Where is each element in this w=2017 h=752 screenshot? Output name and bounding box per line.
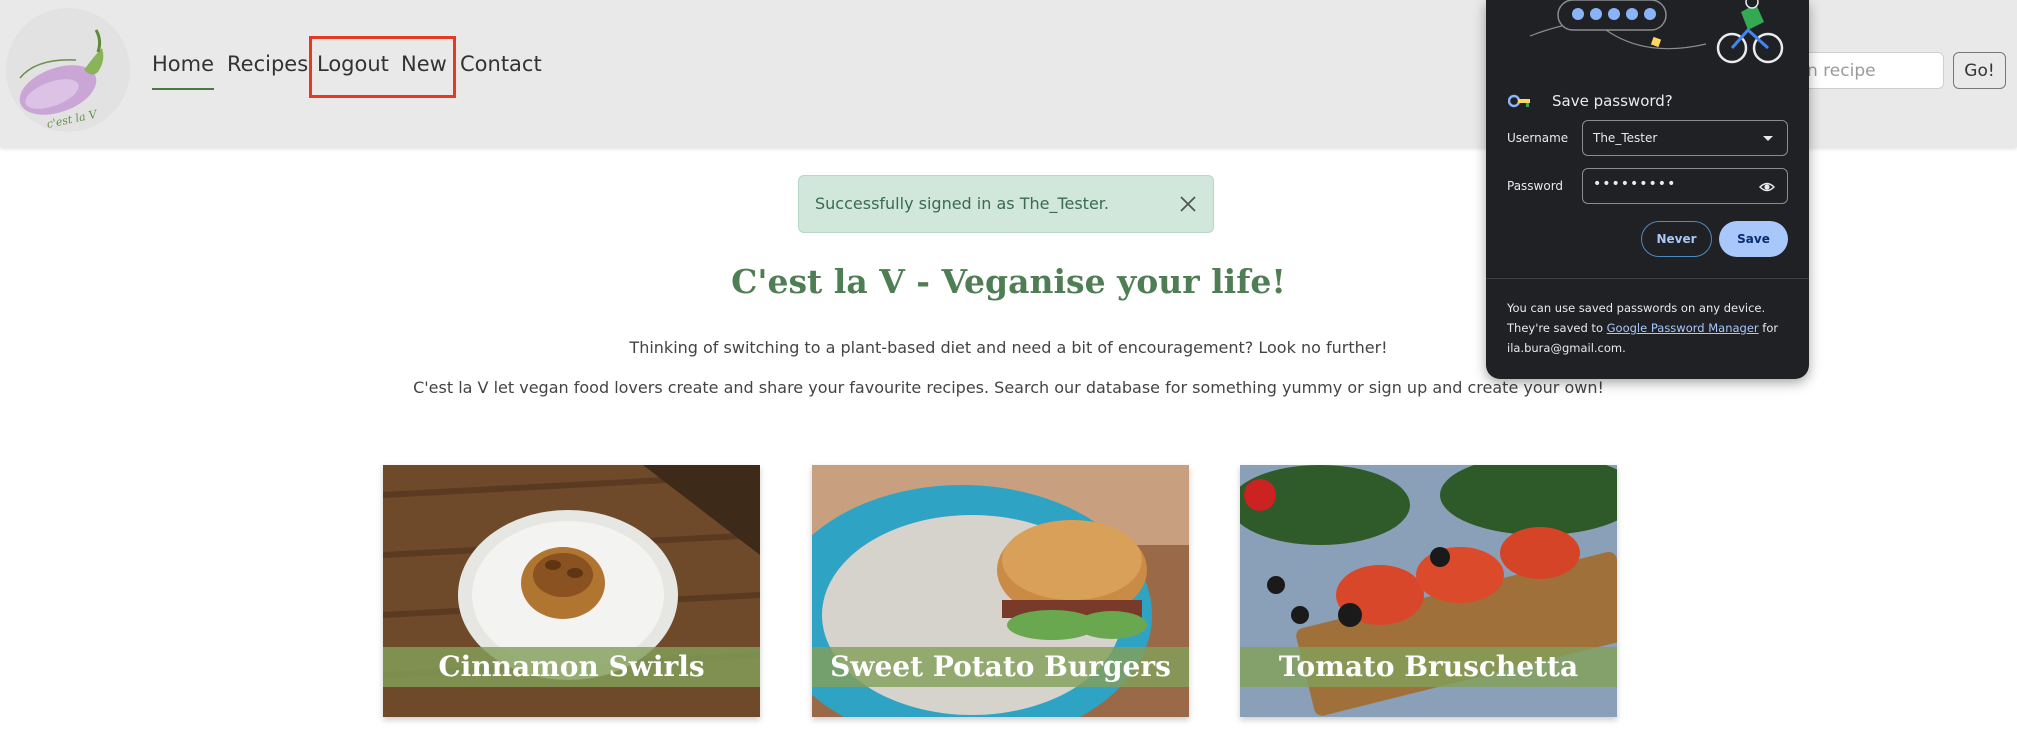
card-title: Cinnamon Swirls — [383, 647, 760, 687]
search-go-button[interactable]: Go! — [1953, 52, 2006, 89]
password-label: Password — [1507, 179, 1564, 193]
recipe-card-tomato-bruschetta[interactable]: Tomato Bruschetta — [1240, 465, 1617, 717]
nav-home[interactable]: Home — [152, 52, 215, 90]
eye-icon[interactable] — [1759, 180, 1775, 194]
card-title: Sweet Potato Burgers — [812, 647, 1189, 687]
eggplant-icon: c'est la V — [19, 29, 104, 131]
intro-text-2: C'est la V let vegan food lovers create … — [413, 378, 1604, 397]
card-title: Tomato Bruschetta — [1240, 647, 1617, 687]
password-illustration — [1529, 0, 1784, 64]
alert-message: Successfully signed in as The_Tester. — [815, 194, 1109, 213]
username-dropdown[interactable]: The_Tester — [1582, 120, 1788, 156]
chevron-down-icon — [1763, 136, 1773, 141]
save-password-dialog: Save password? Username The_Tester Passw… — [1486, 0, 1809, 379]
close-icon[interactable] — [1177, 193, 1199, 215]
success-alert: Successfully signed in as The_Tester. — [798, 175, 1214, 233]
dialog-footer: You can use saved passwords on any devic… — [1507, 298, 1797, 358]
highlight-box — [309, 36, 456, 98]
username-value: The_Tester — [1593, 131, 1658, 145]
username-label: Username — [1507, 131, 1569, 145]
password-value: ••••••••• — [1593, 176, 1677, 192]
recipe-card-cinnamon-swirls[interactable]: Cinnamon Swirls — [383, 465, 760, 717]
recipe-card-sweet-potato-burgers[interactable]: Sweet Potato Burgers — [812, 465, 1189, 717]
nav-contact[interactable]: Contact — [460, 52, 542, 76]
search-input[interactable] — [1796, 52, 1944, 89]
save-button[interactable]: Save — [1719, 221, 1788, 257]
dialog-title: Save password? — [1552, 92, 1673, 110]
eggplant-logo[interactable]: c'est la V — [6, 8, 130, 132]
key-icon — [1508, 94, 1530, 108]
password-field[interactable]: ••••••••• — [1582, 168, 1788, 204]
never-button[interactable]: Never — [1641, 221, 1712, 257]
divider — [1486, 278, 1809, 279]
nav-recipes[interactable]: Recipes — [227, 52, 308, 76]
password-manager-link[interactable]: Google Password Manager — [1607, 321, 1759, 335]
